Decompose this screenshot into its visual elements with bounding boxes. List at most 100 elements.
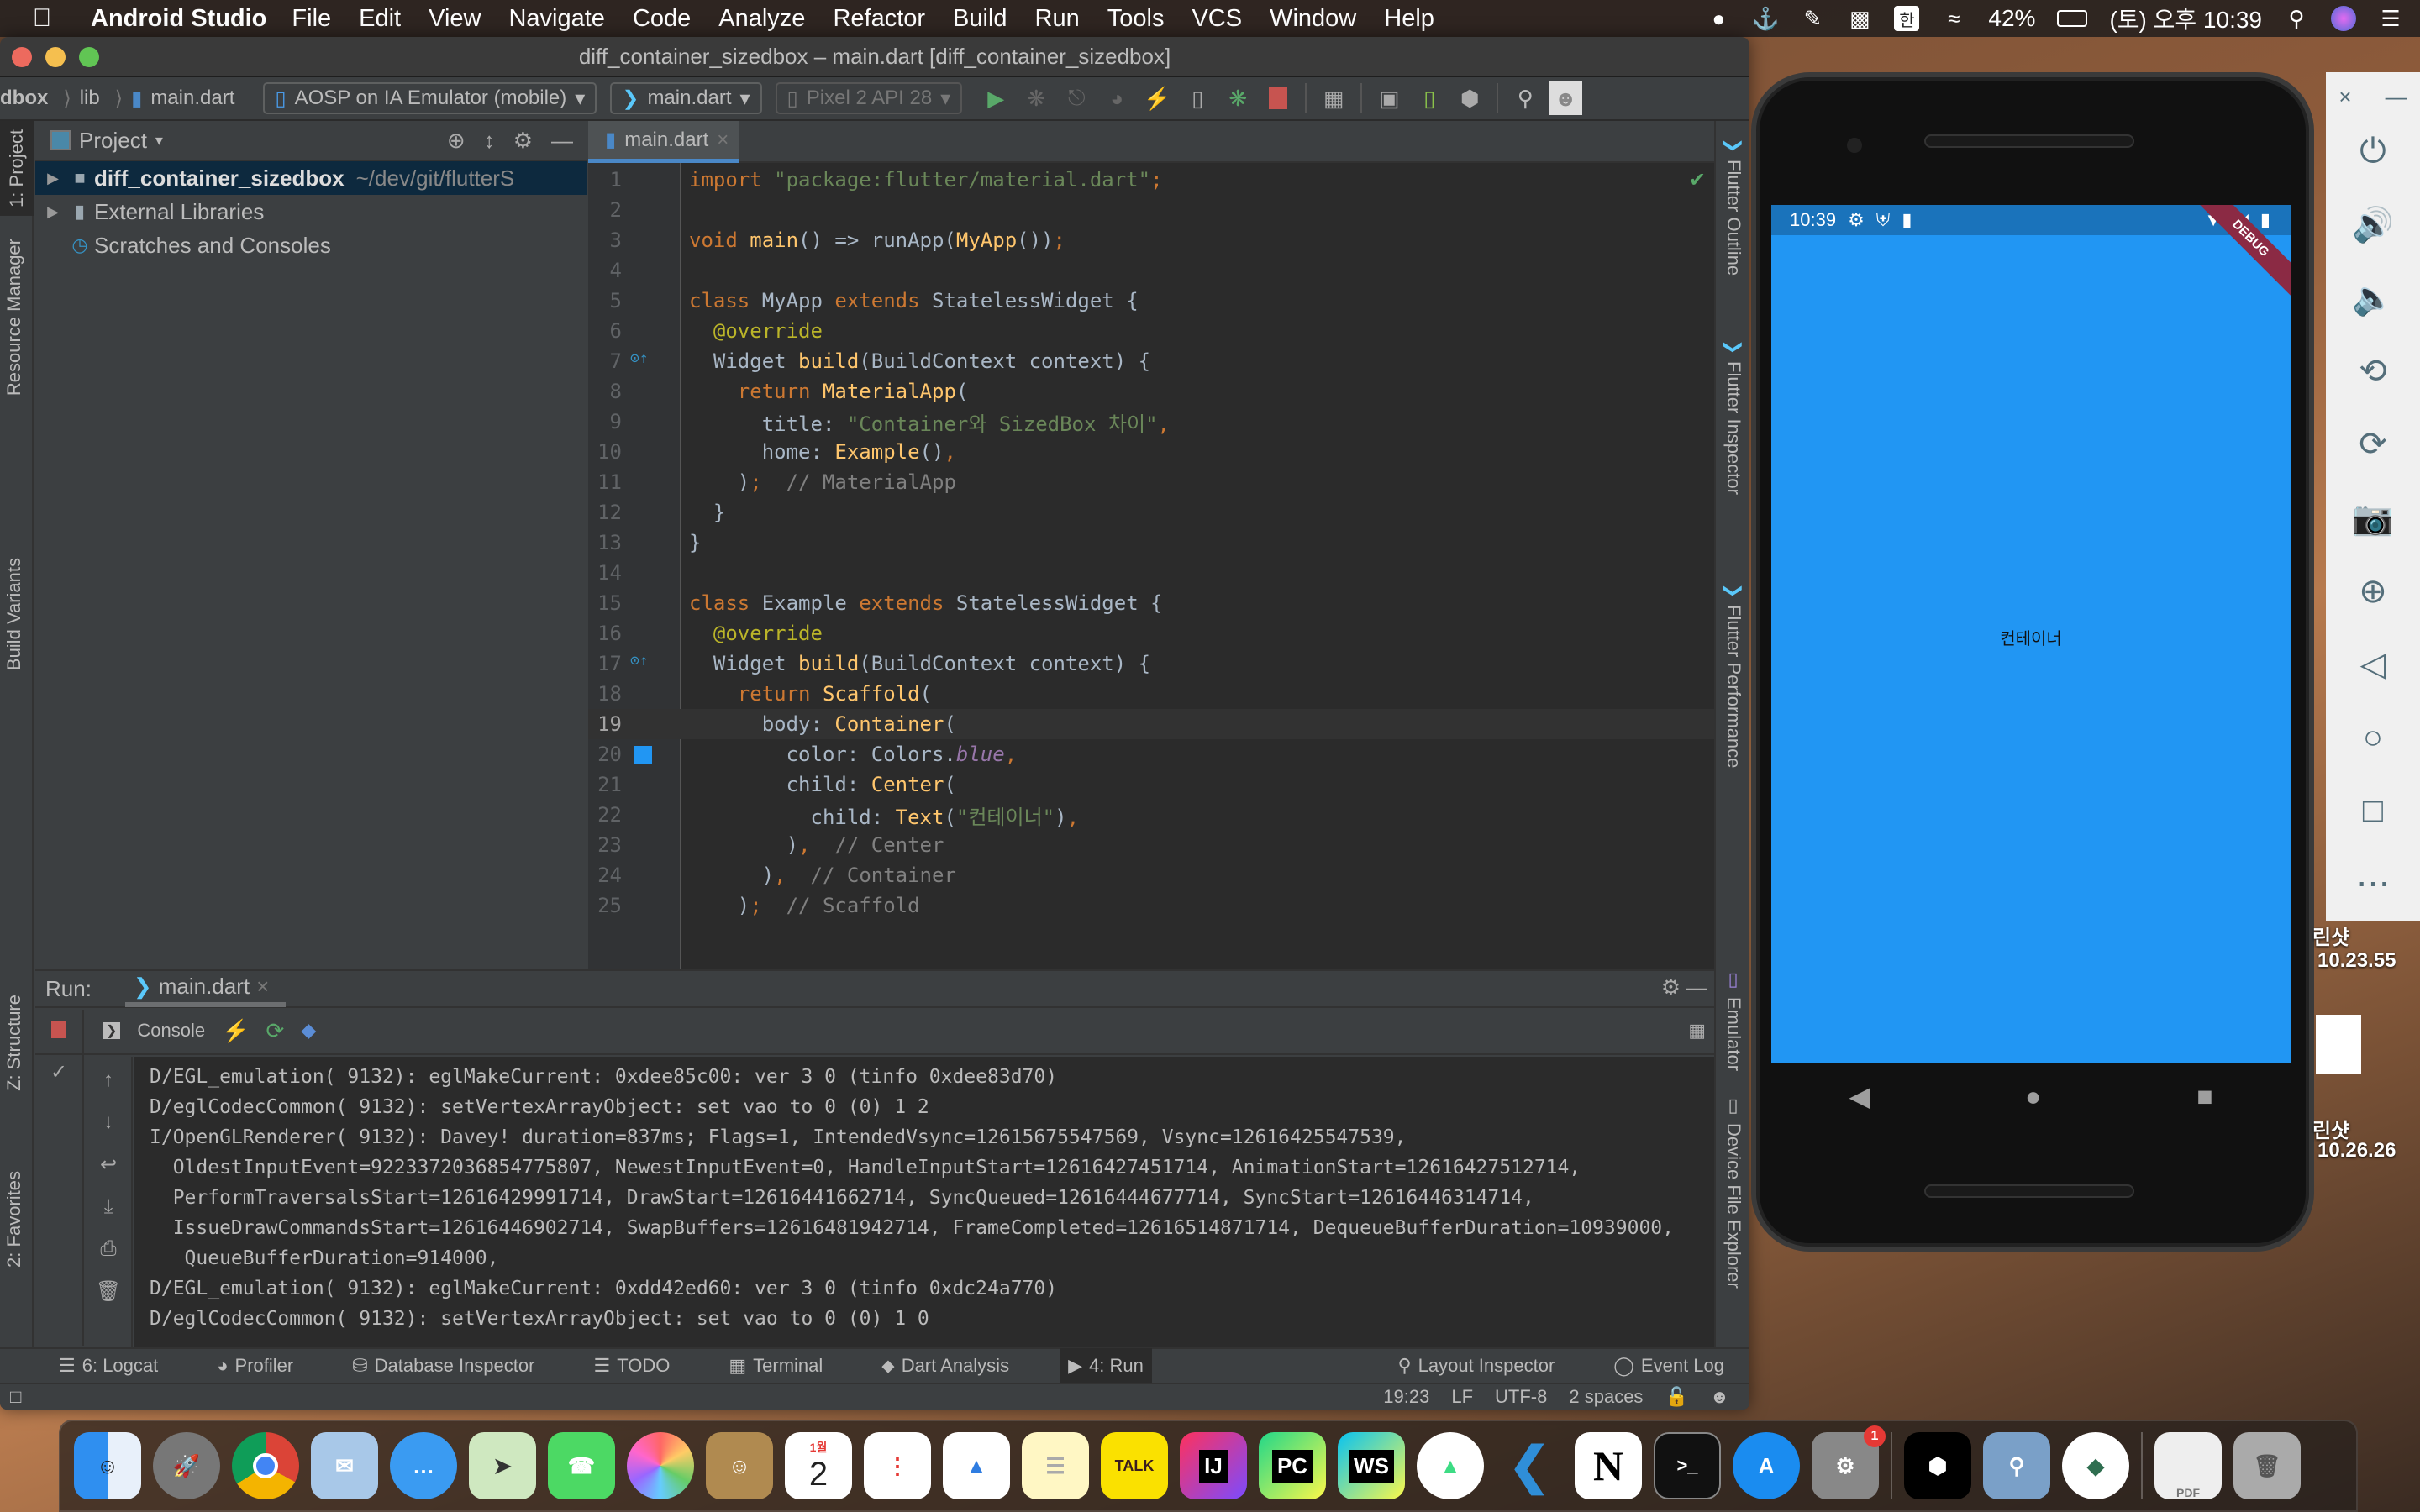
unlock-icon[interactable]: 🔓	[1665, 1386, 1687, 1408]
line-number[interactable]: 13	[588, 531, 622, 554]
code-lines[interactable]: 1 import "package:flutter/material.dart";…	[588, 165, 1714, 921]
dock-unity[interactable]: ⬢	[1904, 1432, 1971, 1499]
dock-android-studio-preview[interactable]: ◆	[2062, 1432, 2129, 1499]
line-number[interactable]: 3	[588, 228, 622, 252]
battery-icon[interactable]	[2057, 10, 2088, 27]
dock-mail[interactable]: ✉	[311, 1432, 378, 1499]
code-line[interactable]: 6 @override	[588, 316, 1714, 346]
expand-arrow-icon[interactable]: ▶	[40, 203, 66, 221]
dock-launchpad[interactable]: 🚀	[153, 1432, 220, 1499]
code-line[interactable]: 2	[588, 195, 1714, 225]
dock-maps[interactable]: ➤	[469, 1432, 536, 1499]
override-marker-icon[interactable]: ⊙↑	[630, 652, 649, 669]
line-number[interactable]: 5	[588, 289, 622, 312]
inspector-hat-icon[interactable]: ☻	[1710, 1386, 1729, 1408]
desktop-file-thumbnail[interactable]	[2316, 1015, 2361, 1074]
home-icon[interactable]: ●	[2025, 1081, 2041, 1112]
override-marker-icon[interactable]: ⊙↑	[630, 349, 649, 367]
account-avatar-icon[interactable]: ☻	[1549, 81, 1583, 115]
breadcrumb-file[interactable]: main.dart	[150, 87, 234, 110]
chat-bubble-icon[interactable]: ●	[1706, 6, 1731, 31]
code-line[interactable]: 7 Widget build(BuildContext context) {⊙↑	[588, 346, 1714, 376]
tool-tab-favorites[interactable]: 2: Favorites	[3, 1171, 25, 1268]
tree-item-project-root[interactable]: ▶ ■ diff_container_sizedbox ~/dev/git/fl…	[35, 161, 587, 195]
menu-tools[interactable]: Tools	[1107, 5, 1165, 33]
line-separator[interactable]: LF	[1451, 1386, 1473, 1408]
dock-photos[interactable]	[627, 1432, 694, 1499]
line-number[interactable]: 1	[588, 168, 622, 192]
code-line[interactable]: 9 title: "Container와 SizedBox 차이",	[588, 407, 1714, 437]
run-icon[interactable]: ▶	[979, 81, 1013, 115]
code-line[interactable]: 10 home: Example(),	[588, 437, 1714, 467]
dock-terminal[interactable]: >_	[1654, 1432, 1721, 1499]
home-button[interactable]: ○	[2326, 701, 2420, 774]
close-icon[interactable]: ×	[2338, 84, 2351, 110]
tool-database-inspector[interactable]: ⛁ Database Inspector	[344, 1348, 543, 1383]
line-number[interactable]: 7	[588, 349, 622, 373]
toggle-tool-windows-icon[interactable]: □	[10, 1386, 21, 1408]
minimize-window-button[interactable]	[45, 47, 66, 67]
desktop-file-label[interactable]: 10.23.55	[2317, 949, 2396, 973]
code-line[interactable]: 20 color: Colors.blue,	[588, 739, 1714, 769]
rotate-left-button[interactable]: ⟲	[2326, 335, 2420, 408]
wifi-icon[interactable]: ≈	[1941, 6, 1966, 31]
code-line[interactable]: 23 ), // Center	[588, 830, 1714, 860]
tool-terminal[interactable]: ▦ Terminal	[720, 1348, 831, 1383]
close-window-button[interactable]	[12, 47, 32, 67]
dock-contacts[interactable]: ☺	[706, 1432, 773, 1499]
menu-vcs[interactable]: VCS	[1192, 5, 1242, 33]
console-tab[interactable]: Console	[137, 1020, 205, 1042]
recents-icon[interactable]: ■	[2196, 1081, 2212, 1112]
download-tray-icon[interactable]: ▩	[1847, 6, 1872, 31]
code-line[interactable]: 22 child: Text("컨테이너"),	[588, 800, 1714, 830]
indent-setting[interactable]: 2 spaces	[1569, 1386, 1643, 1408]
attach-process-icon[interactable]: ❋	[1221, 81, 1255, 115]
overview-button[interactable]: □	[2326, 774, 2420, 848]
apple-menu-icon[interactable]: 	[17, 4, 67, 33]
tool-layout-inspector[interactable]: ⚲ Layout Inspector	[1390, 1348, 1564, 1383]
menu-refactor[interactable]: Refactor	[833, 5, 925, 33]
dock-facetime[interactable]: ☎	[548, 1432, 615, 1499]
more-button[interactable]: ⋯	[2326, 848, 2420, 921]
dock-keynote[interactable]: ▲	[943, 1432, 1010, 1499]
up-arrow-icon[interactable]: ↑	[103, 1068, 113, 1092]
menu-file[interactable]: File	[292, 5, 331, 33]
avd-selector[interactable]: ▯ Pixel 2 API 28 ▾	[775, 82, 963, 114]
tool-dart-analysis[interactable]: ⬥ Dart Analysis	[873, 1348, 1018, 1383]
dock-system-preferences[interactable]: ⚙ 1	[1812, 1425, 1886, 1499]
tool-tab-flutter-inspector[interactable]: ❯ Flutter Inspector	[1723, 339, 1744, 495]
line-number[interactable]: 17	[588, 652, 622, 675]
dock-vscode[interactable]: ❮	[1496, 1432, 1563, 1499]
line-number[interactable]: 23	[588, 833, 622, 857]
pin-icon[interactable]: ✓	[50, 1060, 67, 1084]
menu-edit[interactable]: Edit	[359, 5, 401, 33]
layout-icon[interactable]: ▦	[1688, 1020, 1706, 1042]
file-encoding[interactable]: UTF-8	[1495, 1386, 1547, 1408]
line-number[interactable]: 21	[588, 773, 622, 796]
tree-item-external-libraries[interactable]: ▶ ▮ External Libraries	[35, 195, 587, 228]
search-icon[interactable]: ⚲	[1508, 81, 1542, 115]
line-number[interactable]: 11	[588, 470, 622, 494]
power-button[interactable]: ⏻	[2326, 115, 2420, 188]
code-line[interactable]: 4	[588, 255, 1714, 286]
line-number[interactable]: 22	[588, 803, 622, 827]
siri-icon[interactable]	[2331, 6, 2356, 31]
code-line[interactable]: 15 class Example extends StatelessWidget …	[588, 588, 1714, 618]
gear-icon[interactable]: ⚙	[513, 128, 533, 154]
trash-icon[interactable]: 🗑	[96, 1279, 121, 1304]
dart-devtools-icon[interactable]: ⬥	[301, 1017, 316, 1044]
dock-pdf-stack[interactable]: PDF	[2154, 1432, 2222, 1499]
run-tab-main-dart[interactable]: ❯ main.dart ×	[124, 970, 287, 1007]
back-icon[interactable]: ◀	[1849, 1080, 1870, 1112]
tool-run[interactable]: ▶ 4: Run	[1060, 1348, 1152, 1383]
zoom-button[interactable]: ⊕	[2326, 554, 2420, 627]
dock-android-studio[interactable]: ▲	[1417, 1432, 1484, 1499]
dock-chrome[interactable]	[232, 1432, 299, 1499]
menu-run[interactable]: Run	[1035, 5, 1080, 33]
line-number[interactable]: 19	[588, 712, 622, 736]
hide-panel-icon[interactable]: —	[1686, 974, 1707, 1000]
line-number[interactable]: 18	[588, 682, 622, 706]
close-tab-icon[interactable]: ×	[717, 129, 729, 152]
down-arrow-icon[interactable]: ↓	[103, 1110, 113, 1134]
code-line[interactable]: 16 @override	[588, 618, 1714, 648]
